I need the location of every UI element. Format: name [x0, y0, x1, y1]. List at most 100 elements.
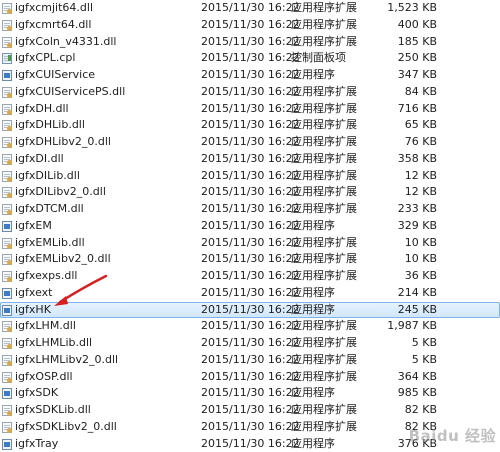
- file-name: igfxDHLib.dll: [15, 117, 195, 134]
- file-name: igfxDHLibv2_0.dll: [15, 134, 195, 151]
- file-row[interactable]: igfxext2015/11/30 16:22应用程序214 KB: [0, 285, 500, 302]
- file-row[interactable]: igfxCPL.cpl2015/11/30 16:22控制面板项250 KB: [0, 50, 500, 67]
- file-size: 233 KB: [398, 201, 437, 218]
- file-name: igfxcmrt64.dll: [15, 17, 195, 34]
- file-size: 12 KB: [405, 184, 437, 201]
- file-date-modified: 2015/11/30 16:22: [201, 302, 300, 319]
- file-row[interactable]: igfxLHMLib.dll 2015/11/30 16:22应用程序扩展 5 KB: [0, 335, 500, 352]
- file-row[interactable]: igfxDTCM.dll2015/11/30 16:22应用程序扩展233 KB: [0, 201, 500, 218]
- file-date-modified: 2015/11/30 16:22: [201, 251, 300, 268]
- application-icon: [2, 439, 12, 450]
- dll-file-icon: [2, 37, 12, 48]
- file-date-modified: 2015/11/30 16:22: [201, 168, 300, 185]
- file-name: igfxOSP.dll: [15, 369, 195, 386]
- file-row[interactable]: igfxDH.dll 2015/11/30 16:22应用程序扩展 716 KB: [0, 101, 500, 118]
- control-panel-icon: [2, 53, 12, 64]
- file-row[interactable]: igfxSDK2015/11/30 16:22应用程序985 KB: [0, 385, 500, 402]
- file-date-modified: 2015/11/30 16:22: [201, 318, 300, 335]
- file-type: 应用程序: [291, 218, 335, 235]
- file-size: 716 KB: [398, 101, 437, 118]
- file-size: 76 KB: [405, 134, 437, 151]
- dll-file-icon: [2, 355, 12, 366]
- file-row[interactable]: igfxColn_v4331.dll2015/11/30 16:22应用程序扩展…: [0, 34, 500, 51]
- dll-file-icon: [2, 87, 12, 98]
- file-list: igfxcmjit64.dll2015/11/30 16:22应用程序扩展1,5…: [0, 0, 500, 452]
- file-type: 应用程序扩展: [291, 235, 357, 252]
- file-row[interactable]: igfxDHLibv2_0.dll2015/11/30 16:22应用程序扩展7…: [0, 134, 500, 151]
- dll-file-icon: [2, 187, 12, 198]
- file-row[interactable]: igfxHK2015/11/30 16:22应用程序245 KB: [0, 302, 500, 319]
- file-date-modified: 2015/11/30 16:22: [201, 50, 300, 67]
- file-name: igfxSDK: [15, 385, 195, 402]
- file-type: 应用程序扩展: [291, 168, 357, 185]
- file-name: igfxEM: [15, 218, 195, 235]
- file-type: 控制面板项: [291, 50, 346, 67]
- file-type: 应用程序扩展: [291, 134, 357, 151]
- file-row[interactable]: igfxcmrt64.dll2015/11/30 16:22应用程序扩展400 …: [0, 17, 500, 34]
- dll-file-icon: [2, 137, 12, 148]
- file-row[interactable]: igfxexps.dll2015/11/30 16:22应用程序扩展36 KB: [0, 268, 500, 285]
- file-row[interactable]: igfxcmjit64.dll2015/11/30 16:22应用程序扩展1,5…: [0, 0, 500, 17]
- file-type: 应用程序扩展: [291, 352, 357, 369]
- file-row[interactable]: igfxLHM.dll2015/11/30 16:22应用程序扩展1,987 K…: [0, 318, 500, 335]
- file-type: 应用程序扩展: [291, 318, 357, 335]
- file-name: igfxLHMLib.dll: [15, 335, 195, 352]
- file-type: 应用程序扩展: [291, 335, 357, 352]
- application-icon: [2, 305, 12, 316]
- file-size: 214 KB: [398, 285, 437, 302]
- file-type: 应用程序: [291, 436, 335, 452]
- file-row[interactable]: igfxDHLib.dll2015/11/30 16:22应用程序扩展65 KB: [0, 117, 500, 134]
- dll-file-icon: [2, 171, 12, 182]
- file-name: igfxEMLibv2_0.dll: [15, 251, 195, 268]
- file-date-modified: 2015/11/30 16:22: [201, 335, 300, 352]
- file-row[interactable]: igfxDILib.dll2015/11/30 16:22应用程序扩展12 KB: [0, 168, 500, 185]
- file-row[interactable]: igfxEMLib.dll2015/11/30 16:22应用程序扩展10 KB: [0, 235, 500, 252]
- file-name: igfxColn_v4331.dll: [15, 34, 195, 51]
- file-date-modified: 2015/11/30 16:22: [201, 101, 300, 118]
- file-date-modified: 2015/11/30 16:22: [201, 385, 300, 402]
- file-size: 5 KB: [412, 352, 437, 369]
- file-name: igfxHK: [15, 302, 195, 319]
- file-size: 10 KB: [405, 251, 437, 268]
- file-date-modified: 2015/11/30 16:22: [201, 201, 300, 218]
- file-type: 应用程序扩展: [291, 369, 357, 386]
- file-row[interactable]: igfxEMLibv2_0.dll2015/11/30 16:22应用程序扩展1…: [0, 251, 500, 268]
- file-row[interactable]: igfxOSP.dll 2015/11/30 16:22应用程序扩展 364 KB: [0, 369, 500, 386]
- file-size: 364 KB: [398, 369, 437, 386]
- file-row[interactable]: igfxSDKLib.dll2015/11/30 16:22应用程序扩展82 K…: [0, 402, 500, 419]
- file-size: 5 KB: [412, 335, 437, 352]
- file-row[interactable]: igfxDI.dll2015/11/30 16:22应用程序扩展358 KB: [0, 151, 500, 168]
- file-name: igfxCUIService: [15, 67, 195, 84]
- file-date-modified: 2015/11/30 16:22: [201, 352, 300, 369]
- file-name: igfxexps.dll: [15, 268, 195, 285]
- file-row[interactable]: igfxLHMLibv2_0.dll2015/11/30 16:22应用程序扩展…: [0, 352, 500, 369]
- dll-file-icon: [2, 422, 12, 433]
- file-row[interactable]: igfxDILibv2_0.dll2015/11/30 16:22应用程序扩展1…: [0, 184, 500, 201]
- file-size: 329 KB: [398, 218, 437, 235]
- file-row[interactable]: igfxCUIService2015/11/30 16:22应用程序347 KB: [0, 67, 500, 84]
- file-size: 10 KB: [405, 235, 437, 252]
- file-date-modified: 2015/11/30 16:22: [201, 369, 300, 386]
- file-type: 应用程序: [291, 285, 335, 302]
- dll-file-icon: [2, 372, 12, 383]
- file-date-modified: 2015/11/30 16:22: [201, 34, 300, 51]
- file-size: 65 KB: [405, 117, 437, 134]
- dll-file-icon: [2, 154, 12, 165]
- file-name: igfxcmjit64.dll: [15, 0, 195, 17]
- file-date-modified: 2015/11/30 16:22: [201, 268, 300, 285]
- file-row[interactable]: igfxEM 2015/11/30 16:22应用程序 329 KB: [0, 218, 500, 235]
- baidu-watermark: Baidu 经验: [409, 425, 496, 446]
- file-row[interactable]: igfxCUIServicePS.dll2015/11/30 16:22应用程序…: [0, 84, 500, 101]
- file-size: 985 KB: [398, 385, 437, 402]
- file-type: 应用程序扩展: [291, 101, 357, 118]
- file-name: igfxTray: [15, 436, 195, 452]
- file-name: igfxDH.dll: [15, 101, 195, 118]
- dll-file-icon: [2, 405, 12, 416]
- file-type: 应用程序扩展: [291, 0, 357, 17]
- file-size: 358 KB: [398, 151, 437, 168]
- file-size: 185 KB: [398, 34, 437, 51]
- file-date-modified: 2015/11/30 16:22: [201, 218, 300, 235]
- file-type: 应用程序扩展: [291, 201, 357, 218]
- file-date-modified: 2015/11/30 16:22: [201, 402, 300, 419]
- file-name: igfxCUIServicePS.dll: [15, 84, 195, 101]
